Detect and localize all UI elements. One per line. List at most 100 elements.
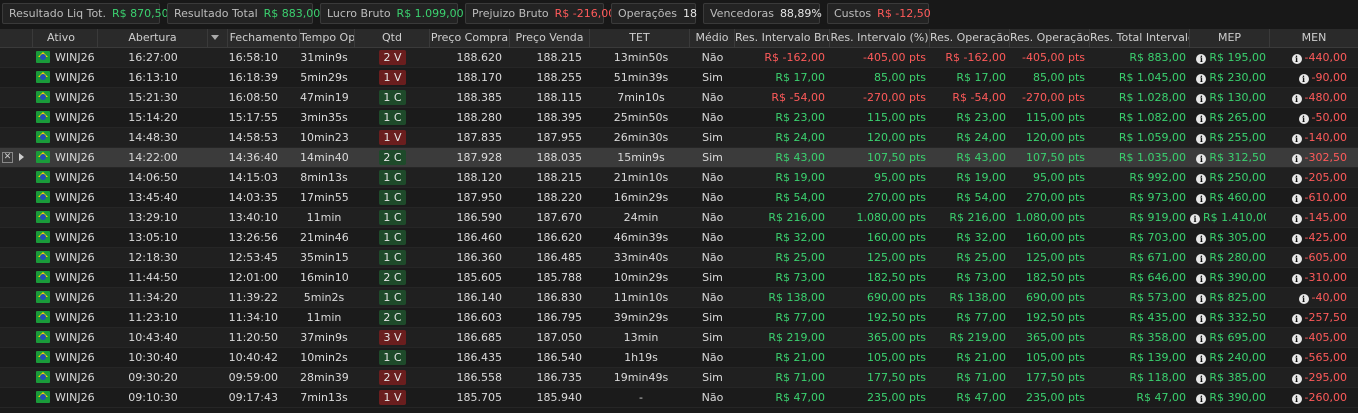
cell-preco-venda: 188.255	[536, 71, 583, 84]
cell-preco-venda: 185.788	[536, 271, 583, 284]
info-icon[interactable]: i	[1291, 374, 1302, 384]
info-icon[interactable]: i	[1291, 54, 1302, 64]
cell-preco-venda: 188.215	[536, 51, 583, 64]
cell-tempo-op: 47min19s	[300, 91, 348, 104]
info-icon[interactable]: i	[1196, 254, 1207, 264]
info-icon[interactable]: i	[1196, 114, 1207, 124]
brazil-flag-icon	[36, 271, 50, 283]
cell-fechamento: 09:59:00	[228, 371, 278, 384]
header-res-intervalo-pct[interactable]: Res. Intervalo (%)	[830, 29, 930, 47]
table-row[interactable]: WINJ26 11:34:20 11:39:22 5min2s 186.140 186.8…	[0, 288, 1358, 308]
cell-res-intervalo-brl: R$ 23,00	[775, 111, 825, 124]
info-icon[interactable]: i	[1291, 134, 1302, 144]
info-icon[interactable]: i	[1196, 274, 1207, 284]
info-icon[interactable]: i	[1196, 354, 1207, 364]
header-mep[interactable]: MEP	[1190, 29, 1270, 47]
info-icon[interactable]: i	[1196, 374, 1207, 384]
info-icon[interactable]: i	[1291, 334, 1302, 344]
table-row[interactable]: ✕ WINJ26 14:22:00 14:36:40 14min40s 187.928 18…	[0, 148, 1358, 168]
info-icon[interactable]: i	[1298, 114, 1309, 124]
table-row[interactable]: WINJ26 09:10:30 09:17:43 7min13s 185.705 185.…	[0, 388, 1358, 408]
cell-fechamento: 14:58:53	[228, 131, 278, 144]
table-row[interactable]: WINJ26 14:48:30 14:58:53 10min23s 187.835 187…	[0, 128, 1358, 148]
info-icon[interactable]: i	[1196, 234, 1207, 244]
brazil-flag-icon	[36, 91, 50, 103]
info-icon[interactable]: i	[1196, 134, 1207, 144]
table-row[interactable]: WINJ26 11:23:10 11:34:10 11min 186.603 186.79…	[0, 308, 1358, 328]
table-row[interactable]: WINJ26 10:30:40 10:40:42 10min2s 186.435 186.…	[0, 348, 1358, 368]
table-row[interactable]: WINJ26 15:21:30 16:08:50 47min19s 188.385 188…	[0, 88, 1358, 108]
info-icon[interactable]: i	[1196, 74, 1207, 84]
header-res-operacao-brl[interactable]: Res. Operação	[930, 29, 1010, 47]
sort-desc-icon[interactable]	[208, 29, 228, 47]
brazil-flag-icon	[36, 371, 50, 383]
header-res-intervalo-brl[interactable]: Res. Intervalo Bru	[735, 29, 830, 47]
header-tempo-op[interactable]: Tempo Op	[300, 29, 355, 47]
info-icon[interactable]: i	[1291, 314, 1302, 324]
info-icon[interactable]: i	[1196, 54, 1207, 64]
table-row[interactable]: WINJ26 16:27:00 16:58:10 31min9s 188.620 188.…	[0, 48, 1358, 68]
info-icon[interactable]: i	[1196, 394, 1207, 404]
men-value: -140,00	[1304, 131, 1347, 144]
header-res-operacao-pts[interactable]: Res. Operação (%)	[1010, 29, 1090, 47]
cell-preco-compra: 186.603	[456, 311, 503, 324]
info-icon[interactable]: i	[1298, 74, 1309, 84]
info-icon[interactable]: i	[1196, 174, 1207, 184]
table-row[interactable]: WINJ26 14:06:50 14:15:03 8min13s 188.120 188.…	[0, 168, 1358, 188]
header-men[interactable]: MEN	[1270, 29, 1358, 47]
info-icon[interactable]: i	[1196, 314, 1207, 324]
cell-abertura: 13:05:10	[128, 231, 178, 244]
grid-header: Ativo Abertura Fechamento Tempo Op Qtd P…	[0, 29, 1358, 48]
header-tet[interactable]: TET	[590, 29, 690, 47]
qty-side-badge: 1 C	[379, 230, 406, 245]
info-icon[interactable]: i	[1196, 154, 1207, 164]
info-icon[interactable]: i	[1196, 334, 1207, 344]
cell-res-intervalo-brl: R$ 216,00	[768, 211, 825, 224]
close-icon[interactable]: ✕	[2, 152, 13, 163]
info-icon[interactable]: i	[1196, 194, 1207, 204]
table-row[interactable]: WINJ26 16:13:10 16:18:39 5min29s 188.170 188.…	[0, 68, 1358, 88]
info-icon[interactable]: i	[1291, 254, 1302, 264]
table-row[interactable]: WINJ26 12:18:30 12:53:45 35min15s 186.360 186…	[0, 248, 1358, 268]
header-ativo[interactable]: Ativo	[33, 29, 98, 47]
table-row[interactable]: WINJ26 13:05:10 13:26:56 21min46s 186.460 186…	[0, 228, 1358, 248]
info-icon[interactable]: i	[1291, 274, 1302, 284]
info-icon[interactable]: i	[1291, 94, 1302, 104]
cell-preco-compra: 185.705	[456, 391, 503, 404]
info-icon[interactable]: i	[1291, 214, 1302, 224]
header-fechamento[interactable]: Fechamento	[228, 29, 300, 47]
cell-preco-compra: 188.385	[456, 91, 503, 104]
summary-stat-label: Operações	[618, 7, 677, 20]
info-icon[interactable]: i	[1196, 94, 1207, 104]
info-icon[interactable]: i	[1291, 154, 1302, 164]
header-preco-compra[interactable]: Preço Compra	[430, 29, 510, 47]
table-row[interactable]: WINJ26 13:45:40 14:03:35 17min55s 187.950 188…	[0, 188, 1358, 208]
table-row[interactable]: WINJ26 13:29:10 13:40:10 11min 186.590 187.67…	[0, 208, 1358, 228]
cell-res-total-intervalo: R$ 1.035,00	[1118, 151, 1186, 164]
info-icon[interactable]: i	[1196, 294, 1207, 304]
cell-res-operacao-brl: R$ 43,00	[956, 151, 1006, 164]
header-qtd[interactable]: Qtd	[355, 29, 430, 47]
table-row[interactable]: WINJ26 11:44:50 12:01:00 16min10s 185.605 185…	[0, 268, 1358, 288]
header-preco-venda[interactable]: Preço Venda	[510, 29, 590, 47]
header-abertura[interactable]: Abertura	[98, 29, 208, 47]
info-icon[interactable]: i	[1190, 214, 1200, 224]
header-medio[interactable]: Médio	[690, 29, 735, 47]
cell-tet: 10min29s	[613, 271, 669, 284]
info-icon[interactable]: i	[1298, 294, 1309, 304]
cell-preco-venda: 188.215	[536, 171, 583, 184]
info-icon[interactable]: i	[1291, 354, 1302, 364]
cell-res-total-intervalo: R$ 992,00	[1129, 171, 1186, 184]
table-row[interactable]: WINJ26 15:14:20 15:17:55 3min35s 188.280 188.…	[0, 108, 1358, 128]
table-row[interactable]: WINJ26 09:30:20 09:59:00 28min39s 186.558 186…	[0, 368, 1358, 388]
table-row[interactable]: WINJ26 10:43:40 11:20:50 37min9s 186.685 187.…	[0, 328, 1358, 348]
summary-stat: Prejuizo Bruto R$ -216,00	[465, 3, 615, 24]
cell-ativo: WINJ26	[55, 371, 95, 384]
info-icon[interactable]: i	[1291, 394, 1302, 404]
cell-qtd: 2 C	[355, 268, 430, 287]
header-res-total-intervalo[interactable]: Res. Total Intervalo	[1090, 29, 1190, 47]
info-icon[interactable]: i	[1291, 234, 1302, 244]
info-icon[interactable]: i	[1291, 174, 1302, 184]
cell-res-total-intervalo: R$ 118,00	[1129, 371, 1186, 384]
info-icon[interactable]: i	[1291, 194, 1302, 204]
